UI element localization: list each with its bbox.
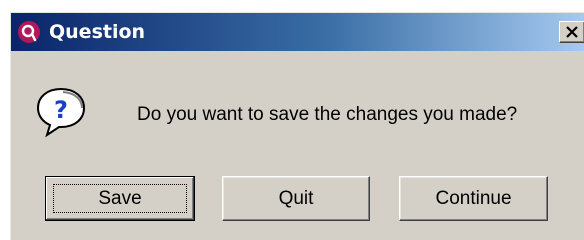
app-logo-icon [17,20,41,44]
close-button[interactable] [559,21,584,43]
quit-button-label: Quit [278,188,314,209]
window-title: Question [49,21,146,43]
title-bar[interactable]: Question [11,13,584,51]
svg-text:?: ? [54,96,68,124]
continue-button-label: Continue [435,188,512,209]
continue-button[interactable]: Continue [399,176,548,221]
quit-button[interactable]: Quit [222,176,370,221]
save-button[interactable]: Save [45,176,195,221]
message-text: Do you want to save the changes you made… [137,104,518,125]
save-button-label: Save [98,188,142,209]
question-dialog: Question ? Do you want to save the chang… [10,12,584,240]
question-icon: ? [33,85,89,141]
